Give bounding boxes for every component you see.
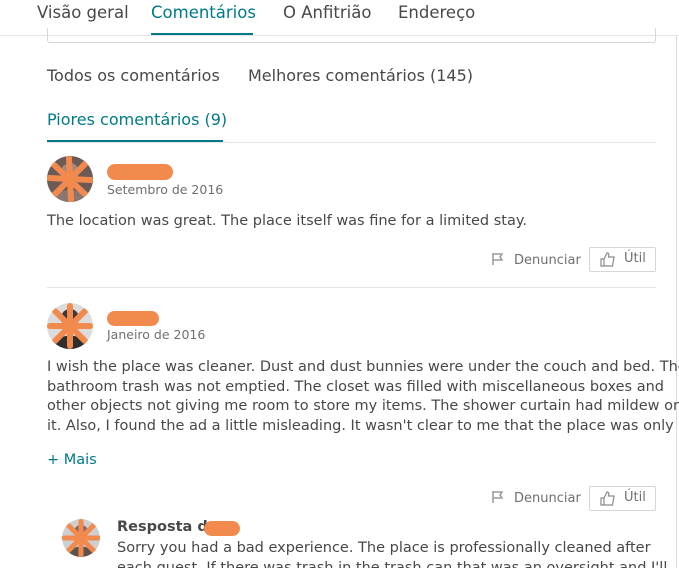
reviewer-avatar[interactable] (47, 303, 93, 349)
response-title: Resposta de (117, 519, 218, 535)
flag-icon (491, 490, 505, 508)
filter-worst-reviews[interactable]: Piores comentários (9) (47, 110, 227, 129)
flag-icon (491, 252, 505, 270)
report-button[interactable]: Denunciar (491, 490, 581, 508)
review-text-line: it. Also, I found the ad a little mislea… (47, 418, 674, 435)
report-label: Denunciar (514, 491, 581, 506)
useful-button[interactable]: Útil (589, 486, 656, 511)
review-text-line: I wish the place was cleaner. Dust and d… (47, 359, 679, 375)
response-text-line: Sorry you had a bad experience. The plac… (117, 540, 651, 556)
useful-label: Útil (624, 251, 646, 266)
tab-reviews[interactable]: Comentários (151, 3, 256, 22)
review-date: Setembro de 2016 (107, 182, 224, 197)
report-label: Denunciar (514, 253, 581, 268)
tab-overview[interactable]: Visão geral (37, 3, 129, 22)
thumbs-up-icon (600, 252, 616, 271)
review-divider (47, 287, 656, 288)
search-reviews-box[interactable] (47, 28, 656, 43)
host-avatar[interactable] (62, 519, 100, 557)
panel-border (676, 36, 677, 568)
report-button[interactable]: Denunciar (491, 252, 581, 270)
tab-location[interactable]: Endereço (398, 3, 475, 22)
response-text: Sorry you had a bad experience. The plac… (117, 539, 667, 568)
redacted-reviewer-name (107, 311, 159, 326)
reviewer-avatar[interactable] (47, 156, 93, 202)
filter-best-reviews[interactable]: Melhores comentários (145) (248, 66, 473, 85)
read-more-link[interactable]: + Mais (47, 452, 97, 468)
filter-divider (47, 142, 656, 143)
review-text: I wish the place was cleaner. Dust and d… (47, 358, 679, 437)
response-text-line: each guest. If there was trash in the tr… (117, 559, 668, 568)
review-date: Janeiro de 2016 (107, 327, 206, 342)
tab-host[interactable]: O Anfitrião (283, 3, 371, 22)
review-text: The location was great. The place itself… (47, 213, 527, 229)
thumbs-up-icon (600, 491, 616, 510)
useful-button[interactable]: Útil (589, 247, 656, 272)
review-text-line: bathroom trash was not emptied. The clos… (47, 378, 664, 395)
redacted-reviewer-name (107, 164, 173, 180)
filter-all-reviews[interactable]: Todos os comentários (47, 66, 220, 85)
review-text-line: other objects not giving me room to stor… (47, 398, 679, 415)
useful-label: Útil (624, 490, 646, 505)
redacted-host-name (204, 521, 240, 536)
